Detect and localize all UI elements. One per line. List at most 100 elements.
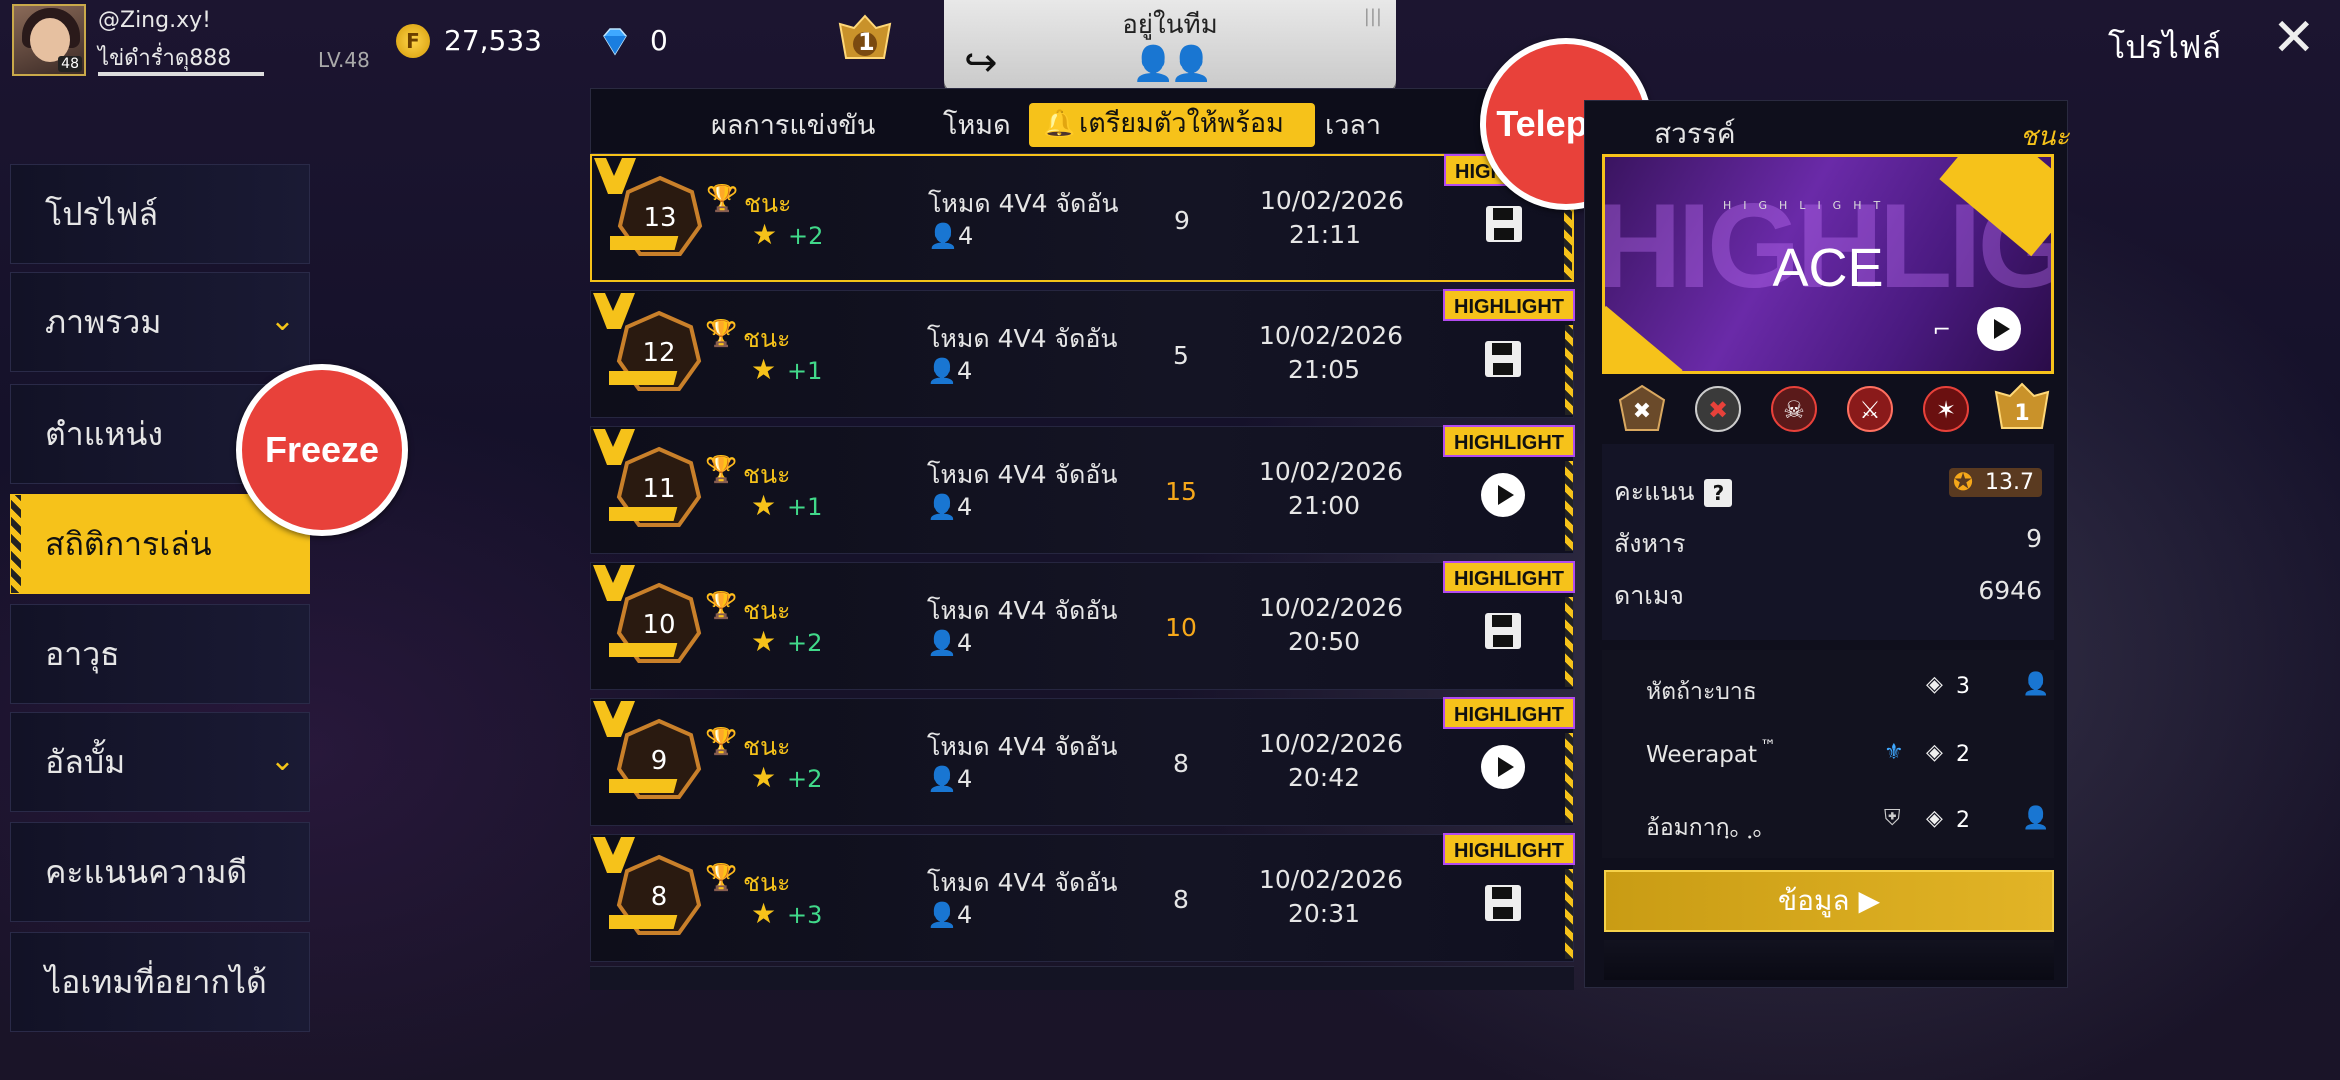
sidebar-item-label: อาวุธ [45,634,120,673]
rank-medal-icon: 9 [609,718,702,799]
match-row[interactable]: 13🏆ชนะ★+2โหมด 4V4 จัดอันดับ👤4910/02/2026… [590,154,1576,282]
tab-ready[interactable]: 🔔 เตรียมตัวให้พร้อม [1029,103,1315,147]
sidebar-item-label: สถิติการเล่น [45,524,212,563]
rank-medal-icon: 10 [609,582,702,663]
highlight-label: ACE [1772,238,1884,298]
damage-label: ดาเมจ [1614,581,1684,610]
match-row[interactable]: 11🏆ชนะ★+1โหมด 4V4 จัดอันดับ👤41510/02/202… [590,425,1575,554]
player-count: 4 [957,493,973,521]
tab-time[interactable]: เวลา [1325,103,1381,146]
rank-medal-icon: 13 [610,175,703,256]
info-button[interactable]: ข้อมูล ▶ [1604,870,2054,932]
player-count: 4 [957,901,973,929]
match-row[interactable]: 10🏆ชนะ★+2โหมด 4V4 จัดอันดับ👤41010/02/202… [590,561,1575,690]
save-icon[interactable] [1479,607,1527,655]
star-icon: ★ [751,761,777,794]
sidebar-item-label: ภาพรวม [45,302,162,341]
diamond-rank-icon: ◈ [1926,740,1943,765]
player-icon: 👤 [928,222,958,250]
play-icon[interactable] [1479,743,1527,791]
bell-icon: 🔔 [1043,109,1076,139]
add-friend-icon[interactable]: 👤 [2022,806,2049,831]
match-datetime: 10/02/2026 21:00 [1259,457,1404,520]
user-level: LV.48 [318,48,370,72]
match-datetime: 10/02/2026 21:05 [1259,321,1404,384]
highlight-card[interactable]: HIGHLIGHT HIGHLIGHT ACE ⌐ [1602,154,2054,374]
play-arrow-icon: ▶ [1858,884,1881,917]
team-list: หัตถ้าะบาธ ◈ 3 👤 Weerapat ™ ⚜ ◈ 2 อ้อมกา… [1602,650,2054,858]
kill-count: 10 [1165,613,1197,642]
star-delta: +1 [787,357,823,385]
rank-medal-icon: 8 [609,854,702,935]
star-delta: +3 [787,901,823,929]
row-stripe [1565,597,1573,687]
chevron-down-icon: ⌄ [269,743,295,778]
svg-text:✖: ✖ [1708,396,1728,424]
star-icon: ★ [751,489,777,522]
highlight-badge[interactable]: HIGHLIGHT [1443,289,1575,321]
match-mode: โหมด 4V4 จัดอันดับ [927,868,1117,897]
xp-bar [98,72,264,76]
match-row[interactable]: 9🏆ชนะ★+2โหมด 4V4 จัดอันดับ👤4810/02/20262… [590,697,1575,826]
player-icon: 👤 [927,765,957,793]
coin-count: 27,533 [444,24,542,57]
close-icon[interactable]: ✕ [2272,8,2316,68]
avatar-level-badge: 48 [58,56,82,72]
sidebar-item-album[interactable]: อัลบั้ม ⌄ [10,712,310,812]
sidebar-item-weapons[interactable]: อาวุธ [10,604,310,704]
teammate-count: 2 [1956,742,1970,767]
tab-mode[interactable]: โหมด [943,103,1011,146]
team-panel[interactable]: อยู่ในทีม ↪ 👤 👤 ||| [944,0,1396,92]
card-stripe [1605,305,1683,371]
add-friend-icon[interactable]: 👤 [2022,672,2049,697]
player-empty-icon: 👤 [1170,44,1213,84]
avatar[interactable]: 48 [12,4,86,76]
rank-number: 11 [642,474,675,504]
return-arrow-icon[interactable]: ↪ [964,40,998,86]
save-icon[interactable] [1480,200,1528,248]
rank-first-icon: 1 [1994,382,2050,429]
highlight-badge[interactable]: HIGHLIGHT [1443,833,1575,865]
teammate-count: 2 [1956,808,1970,833]
diamond-icon [603,28,627,56]
rank-number: 13 [643,203,676,233]
highlight-badge[interactable]: HIGHLIGHT [1443,697,1575,729]
highlight-badge[interactable]: HIGHLIGHT [1443,561,1575,593]
kill-count: 15 [1165,477,1197,506]
match-datetime: 10/02/2026 20:31 [1259,865,1404,928]
player-count: 4 [957,629,973,657]
gold-coin-icon: F [396,24,430,58]
tab-results[interactable]: ผลการแข่งขัน [711,103,875,146]
sidebar-item-label: อัลบั้ม [45,742,126,781]
sidebar-item-profile[interactable]: โปรไฟล์ [10,164,310,264]
highlight-badge[interactable]: HIGHLIGHT [1443,425,1575,457]
match-row[interactable]: 8🏆ชนะ★+3โหมด 4V4 จัดอันดับ👤4810/02/20262… [590,833,1575,962]
teammate-count: 3 [1956,674,1970,699]
kills-value: 9 [2026,524,2042,553]
grip-icon: ||| [1363,6,1382,27]
achievement-icon: ✶ [1923,386,1969,432]
row-stripe [1565,461,1573,551]
match-row[interactable]: 12🏆ชนะ★+1โหมด 4V4 จัดอันดับ👤4510/02/2026… [590,289,1575,418]
sidebar-item-honor[interactable]: คะแนนความดี [10,822,310,922]
play-icon[interactable] [1479,471,1527,519]
achievement-icon: ✖ [1695,386,1741,432]
match-mode: โหมด 4V4 จัดอันดับ [927,596,1117,625]
rank-badge[interactable]: 1 [836,12,894,70]
svg-text:☠: ☠ [1783,396,1805,424]
trophy-icon: 🏆 [705,863,738,893]
page-title: โปรไฟล์ [2108,28,2222,66]
score-row: คะแนน? [1614,472,1733,512]
save-icon[interactable] [1479,879,1527,927]
match-mode: โหมด 4V4 จัดอันดับ [927,732,1117,761]
help-icon[interactable]: ? [1704,479,1733,507]
star-delta: +2 [788,222,824,250]
rank-medal-icon: 12 [609,310,702,391]
save-icon[interactable] [1479,335,1527,383]
sidebar-item-wishlist[interactable]: ไอเทมที่อยากได้ [10,932,310,1032]
sidebar-item-overview[interactable]: ภาพรวม ⌄ [10,272,310,372]
match-datetime: 10/02/2026 20:42 [1259,729,1404,792]
row-stripe [1565,869,1573,959]
rank-number: 8 [651,882,668,912]
play-icon[interactable] [1975,305,2023,353]
